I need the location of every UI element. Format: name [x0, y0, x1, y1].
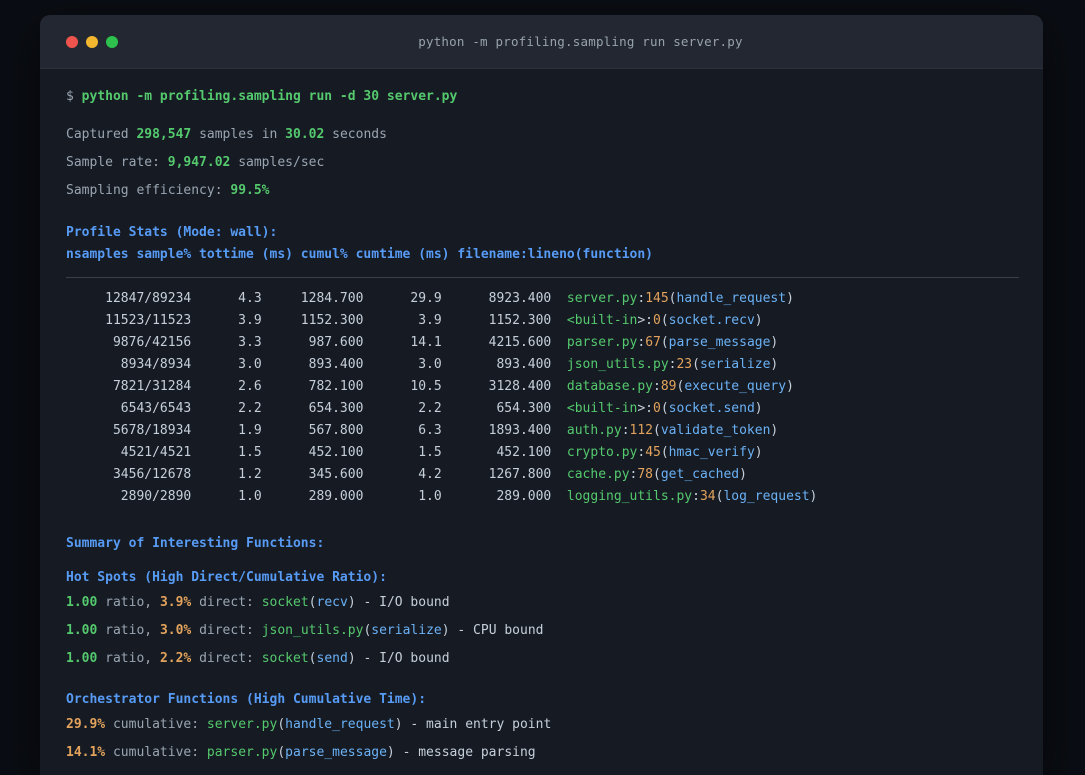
command-text: python -m profiling.sampling run -d 30 s…: [81, 89, 458, 104]
shell-prompt: $: [66, 89, 82, 104]
profile-table-row: 8934/8934 3.0 893.400 3.0 893.400 json_u…: [66, 357, 779, 372]
profile-table-row: 12847/89234 4.3 1284.700 29.9 8923.400 s…: [66, 291, 794, 306]
terminal-content: $ python -m profiling.sampling run -d 30…: [40, 69, 1043, 775]
profile-stats-heading: Profile Stats (Mode: wall):: [66, 225, 278, 240]
window-title: python -m profiling.sampling run server.…: [418, 34, 743, 49]
hotspot-line: 1.00 ratio, 3.0% direct: json_utils.py(s…: [66, 623, 544, 638]
profile-table-row: 4521/4521 1.5 452.100 1.5 452.100 crypto…: [66, 445, 763, 460]
profile-table-row: 6543/6543 2.2 654.300 2.2 654.300 <built…: [66, 401, 763, 416]
capture-stats-line: Captured 298,547 samples in 30.02 second…: [66, 127, 387, 142]
hotspots-heading: Hot Spots (High Direct/Cumulative Ratio)…: [66, 570, 387, 585]
table-divider: [66, 277, 1019, 278]
command-line: $ python -m profiling.sampling run -d 30…: [66, 86, 1019, 108]
table-column-header: nsamples sample% tottime (ms) cumul% cum…: [66, 247, 653, 262]
summary-heading: Summary of Interesting Functions:: [66, 536, 325, 551]
window-titlebar[interactable]: python -m profiling.sampling run server.…: [40, 15, 1043, 69]
minimize-button[interactable]: [86, 35, 98, 48]
orchestrators-heading: Orchestrator Functions (High Cumulative …: [66, 692, 427, 707]
profile-table: 12847/89234 4.3 1284.700 29.9 8923.400 s…: [66, 288, 1019, 508]
hotspot-line: 1.00 ratio, 3.9% direct: socket(recv) - …: [66, 595, 450, 610]
sample-rate-line: Sample rate: 9,947.02 samples/sec: [66, 155, 325, 170]
profile-table-row: 5678/18934 1.9 567.800 6.3 1893.400 auth…: [66, 423, 779, 438]
profile-table-row: 11523/11523 3.9 1152.300 3.9 1152.300 <b…: [66, 313, 763, 328]
profile-table-row: 3456/12678 1.2 345.600 4.2 1267.800 cach…: [66, 467, 747, 482]
orchestrator-line: 14.1% cumulative: parser.py(parse_messag…: [66, 745, 536, 760]
profile-table-row: 2890/2890 1.0 289.000 1.0 289.000 loggin…: [66, 489, 818, 504]
close-button[interactable]: [66, 35, 78, 48]
traffic-lights: [40, 35, 118, 48]
profile-table-row: 7821/31284 2.6 782.100 10.5 3128.400 dat…: [66, 379, 794, 394]
profile-table-row: 9876/42156 3.3 987.600 14.1 4215.600 par…: [66, 335, 779, 350]
terminal-window: python -m profiling.sampling run server.…: [40, 15, 1043, 775]
maximize-button[interactable]: [106, 35, 118, 48]
orchestrator-line: 29.9% cumulative: server.py(handle_reque…: [66, 717, 552, 732]
hotspot-line: 1.00 ratio, 2.2% direct: socket(send) - …: [66, 651, 450, 666]
sampling-efficiency-line: Sampling efficiency: 99.5%: [66, 183, 270, 198]
